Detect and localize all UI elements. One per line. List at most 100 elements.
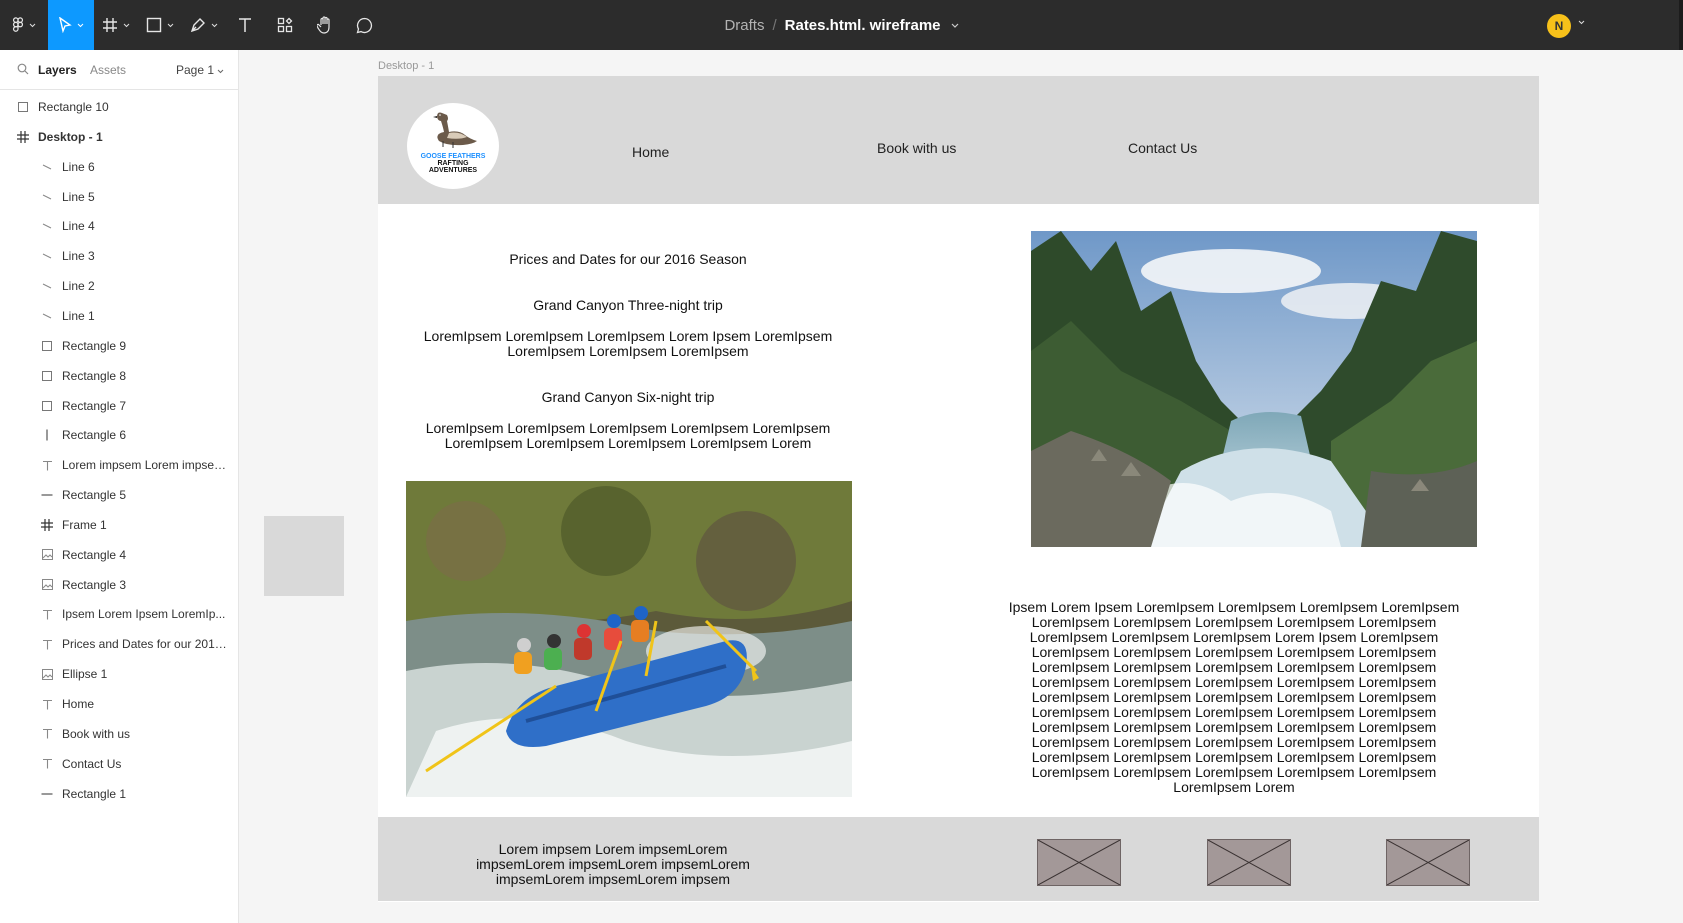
- nav-home[interactable]: Home: [632, 144, 669, 160]
- user-avatar[interactable]: N: [1547, 14, 1571, 38]
- text-icon: [40, 637, 54, 651]
- layers-panel: Layers Assets Page 1 Rectangle 10 Desktop…: [0, 50, 239, 923]
- logo-line-1: GOOSE FEATHERS: [420, 153, 486, 160]
- social-placeholder-3[interactable]: [1386, 839, 1470, 886]
- layer-row[interactable]: Rectangle 8: [0, 360, 238, 392]
- shape-tool-button[interactable]: [138, 0, 182, 50]
- layer-label: Rectangle 7: [62, 398, 127, 413]
- vertical-rectangle-icon: [40, 428, 54, 442]
- text-tool-button[interactable]: [226, 0, 264, 50]
- header-bar[interactable]: GOOSE FEATHERS RAFTING ADVENTURES Home B…: [378, 76, 1539, 204]
- chevron-down-icon: [167, 23, 174, 27]
- tab-layers[interactable]: Layers: [38, 63, 77, 77]
- layer-row[interactable]: Frame 1: [0, 509, 238, 541]
- frame-label[interactable]: Desktop - 1: [378, 60, 434, 72]
- social-placeholder-1[interactable]: [1037, 839, 1121, 886]
- resources-tool-button[interactable]: [264, 0, 306, 50]
- move-tool-button[interactable]: [48, 0, 94, 50]
- rectangle-10[interactable]: [264, 516, 344, 596]
- image-placeholder-icon: [1207, 839, 1291, 886]
- layer-label: Frame 1: [62, 517, 107, 532]
- toolbar-edge: [1679, 0, 1683, 50]
- social-placeholder-2[interactable]: [1207, 839, 1291, 886]
- layer-label: Book with us: [62, 726, 131, 741]
- layer-row[interactable]: Line 2: [0, 270, 238, 302]
- river-forest-illustration: [1031, 231, 1477, 547]
- trip2-line-1: LoremIpsem LoremIpsem LoremIpsem LoremIp…: [425, 420, 831, 436]
- frame-icon: [16, 130, 30, 144]
- frame-tool-button[interactable]: [94, 0, 138, 50]
- layer-row[interactable]: Contact Us: [0, 748, 238, 780]
- footer-paragraph[interactable]: Lorem impsem Lorem impsemLorem impsemLore…: [453, 842, 773, 887]
- hand-tool-button[interactable]: [306, 0, 344, 50]
- layer-row[interactable]: Line 3: [0, 240, 238, 272]
- layer-row[interactable]: Book with us: [0, 718, 238, 750]
- layer-row[interactable]: Ipsem Lorem Ipsem LoremIp...: [0, 598, 238, 630]
- goose-icon: [433, 112, 477, 148]
- layer-row[interactable]: Rectangle 9: [0, 330, 238, 362]
- footer-line: impsemLorem impsemLorem impsem: [495, 871, 731, 887]
- rafting-illustration: [406, 481, 852, 797]
- layer-row[interactable]: Rectangle 6: [0, 419, 238, 451]
- side-paragraph-line: LoremIpsem LoremIpsem LoremIpsem LoremIp…: [1031, 689, 1437, 705]
- side-paragraph-line: LoremIpsem Lorem: [1173, 779, 1295, 795]
- comment-tool-button[interactable]: [344, 0, 384, 50]
- layer-label: Contact Us: [62, 756, 122, 771]
- layer-row[interactable]: Home: [0, 688, 238, 720]
- logo[interactable]: GOOSE FEATHERS RAFTING ADVENTURES: [407, 103, 499, 189]
- chevron-down-icon[interactable]: [951, 23, 959, 28]
- layer-row[interactable]: Line 1: [0, 300, 238, 332]
- layer-label: Line 5: [62, 189, 95, 204]
- desktop-frame[interactable]: GOOSE FEATHERS RAFTING ADVENTURES Home B…: [378, 76, 1539, 902]
- layer-row[interactable]: Rectangle 4: [0, 539, 238, 571]
- rafting-image[interactable]: [406, 481, 852, 797]
- image-icon: [40, 578, 54, 592]
- layer-row[interactable]: Rectangle 5: [0, 479, 238, 511]
- layer-label: Prices and Dates for our 2016 ...: [62, 637, 232, 652]
- layer-row[interactable]: Prices and Dates for our 2016 ...: [0, 628, 238, 660]
- layer-row[interactable]: Rectangle 3: [0, 569, 238, 601]
- layer-label: Line 6: [62, 159, 95, 174]
- layer-row[interactable]: Line 6: [0, 151, 238, 183]
- prices-heading[interactable]: Prices and Dates for our 2016 Season: [448, 252, 808, 267]
- layer-row[interactable]: Rectangle 1: [0, 778, 238, 810]
- pen-tool-button[interactable]: [182, 0, 226, 50]
- image-icon: [40, 667, 54, 681]
- page-selector[interactable]: Page 1: [176, 63, 224, 77]
- figma-menu-button[interactable]: [0, 0, 48, 50]
- trip1-description[interactable]: LoremIpsem LoremIpsem LoremIpsem Lorem I…: [418, 329, 838, 359]
- layer-label: Home: [62, 697, 95, 711]
- side-paragraph-line: LoremIpsem LoremIpsem LoremIpsem LoremIp…: [1031, 749, 1437, 765]
- chevron-down-icon[interactable]: [1578, 20, 1585, 25]
- image-icon: [40, 548, 54, 562]
- rectangle-icon: [40, 399, 54, 413]
- side-paragraph-line: LoremIpsem LoremIpsem LoremIpsem LoremIp…: [1031, 764, 1437, 780]
- river-forest-image[interactable]: [1031, 231, 1477, 547]
- trip2-description[interactable]: LoremIpsem LoremIpsem LoremIpsem LoremIp…: [418, 421, 838, 451]
- footer-bar[interactable]: Lorem impsem Lorem impsemLorem impsemLore…: [378, 817, 1539, 901]
- nav-book-with-us[interactable]: Book with us: [877, 140, 956, 156]
- tab-assets[interactable]: Assets: [90, 63, 126, 77]
- side-paragraph[interactable]: Ipsem Lorem Ipsem LoremIpsem LoremIpsem …: [984, 600, 1484, 795]
- search-icon[interactable]: [17, 63, 29, 75]
- file-name[interactable]: Rates.html. wireframe: [785, 17, 941, 34]
- layer-row[interactable]: Lorem impsem Lorem impsem...: [0, 449, 238, 481]
- horizontal-rectangle-icon: [40, 787, 54, 801]
- layer-row[interactable]: Desktop - 1: [0, 121, 238, 153]
- breadcrumb-drafts-link[interactable]: Drafts: [724, 17, 764, 34]
- trip1-title[interactable]: Grand Canyon Three-night trip: [448, 298, 808, 313]
- chevron-down-icon: [77, 23, 84, 27]
- layer-label: Line 3: [62, 249, 95, 264]
- layer-row[interactable]: Rectangle 10: [0, 91, 238, 123]
- chevron-down-icon: [29, 23, 36, 27]
- layer-label: Rectangle 3: [62, 577, 127, 592]
- nav-contact-us[interactable]: Contact Us: [1128, 140, 1197, 156]
- layer-row[interactable]: Rectangle 7: [0, 390, 238, 422]
- text-icon: [40, 458, 54, 472]
- layer-row[interactable]: Line 5: [0, 181, 238, 213]
- layer-row[interactable]: Ellipse 1: [0, 658, 238, 690]
- trip2-title[interactable]: Grand Canyon Six-night trip: [448, 390, 808, 405]
- line-icon: [40, 219, 54, 233]
- layer-row[interactable]: Line 4: [0, 210, 238, 242]
- layer-label: Line 1: [62, 308, 95, 323]
